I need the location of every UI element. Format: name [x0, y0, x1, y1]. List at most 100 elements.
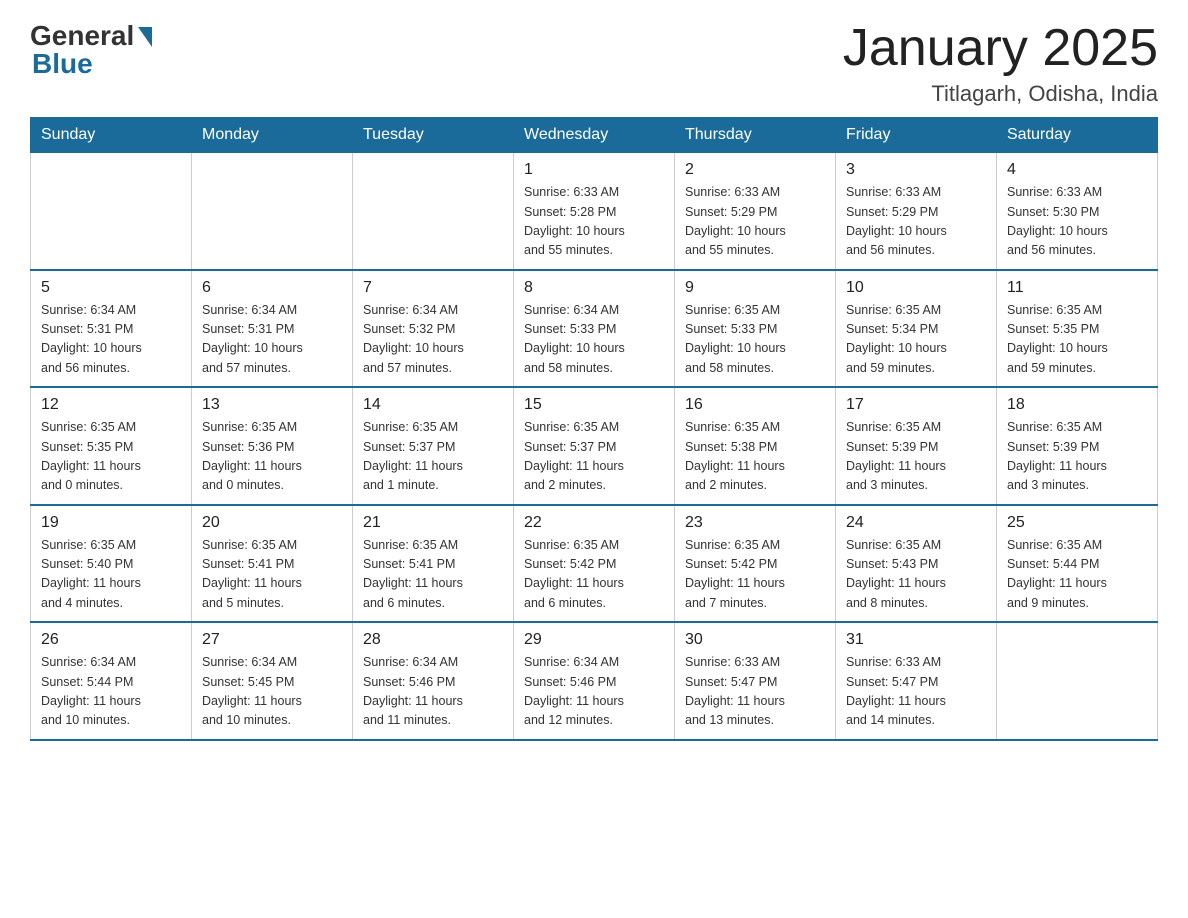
- day-cell: 26 Sunrise: 6:34 AMSunset: 5:44 PMDayligh…: [31, 622, 192, 740]
- day-info: Sunrise: 6:35 AMSunset: 5:43 PMDaylight:…: [846, 536, 986, 614]
- day-number: 28: [363, 631, 503, 649]
- logo: General Blue: [30, 20, 152, 80]
- day-info: Sunrise: 6:35 AMSunset: 5:41 PMDaylight:…: [363, 536, 503, 614]
- logo-blue-text: Blue: [32, 48, 93, 80]
- day-info: Sunrise: 6:34 AMSunset: 5:31 PMDaylight:…: [202, 301, 342, 379]
- day-number: 23: [685, 514, 825, 532]
- column-header-thursday: Thursday: [675, 118, 836, 153]
- day-number: 30: [685, 631, 825, 649]
- day-info: Sunrise: 6:34 AMSunset: 5:46 PMDaylight:…: [524, 653, 664, 731]
- day-cell: 10 Sunrise: 6:35 AMSunset: 5:34 PMDayligh…: [836, 270, 997, 388]
- day-cell: 4 Sunrise: 6:33 AMSunset: 5:30 PMDaylight…: [997, 153, 1158, 270]
- calendar-title: January 2025: [843, 20, 1158, 77]
- day-info: Sunrise: 6:34 AMSunset: 5:45 PMDaylight:…: [202, 653, 342, 731]
- day-number: 10: [846, 279, 986, 297]
- day-info: Sunrise: 6:35 AMSunset: 5:33 PMDaylight:…: [685, 301, 825, 379]
- day-info: Sunrise: 6:35 AMSunset: 5:41 PMDaylight:…: [202, 536, 342, 614]
- day-cell: 12Sunrise: 6:35 AMSunset: 5:35 PMDayligh…: [31, 387, 192, 505]
- column-header-friday: Friday: [836, 118, 997, 153]
- day-cell: 15 Sunrise: 6:35 AMSunset: 5:37 PMDayligh…: [514, 387, 675, 505]
- day-number: 2: [685, 161, 825, 179]
- day-cell: [353, 153, 514, 270]
- day-info: Sunrise: 6:34 AMSunset: 5:46 PMDaylight:…: [363, 653, 503, 731]
- day-cell: 22 Sunrise: 6:35 AMSunset: 5:42 PMDayligh…: [514, 505, 675, 623]
- logo-triangle-icon: [138, 27, 152, 47]
- title-block: January 2025 Titlagarh, Odisha, India: [843, 20, 1158, 107]
- day-info: Sunrise: 6:33 AMSunset: 5:29 PMDaylight:…: [685, 183, 825, 261]
- day-number: 14: [363, 396, 503, 414]
- day-info: Sunrise: 6:34 AMSunset: 5:31 PMDaylight:…: [41, 301, 181, 379]
- day-cell: 14 Sunrise: 6:35 AMSunset: 5:37 PMDayligh…: [353, 387, 514, 505]
- day-cell: [192, 153, 353, 270]
- day-cell: 6Sunrise: 6:34 AMSunset: 5:31 PMDaylight…: [192, 270, 353, 388]
- day-cell: [31, 153, 192, 270]
- week-row-5: 26 Sunrise: 6:34 AMSunset: 5:44 PMDayligh…: [31, 622, 1158, 740]
- day-number: 9: [685, 279, 825, 297]
- day-cell: 20 Sunrise: 6:35 AMSunset: 5:41 PMDayligh…: [192, 505, 353, 623]
- week-row-1: 1 Sunrise: 6:33 AMSunset: 5:28 PMDaylight…: [31, 153, 1158, 270]
- day-cell: 1 Sunrise: 6:33 AMSunset: 5:28 PMDaylight…: [514, 153, 675, 270]
- day-info: Sunrise: 6:35 AMSunset: 5:37 PMDaylight:…: [363, 418, 503, 496]
- day-number: 1: [524, 161, 664, 179]
- day-number: 19: [41, 514, 181, 532]
- day-cell: 18 Sunrise: 6:35 AMSunset: 5:39 PMDayligh…: [997, 387, 1158, 505]
- week-row-3: 12Sunrise: 6:35 AMSunset: 5:35 PMDayligh…: [31, 387, 1158, 505]
- day-cell: 23Sunrise: 6:35 AMSunset: 5:42 PMDayligh…: [675, 505, 836, 623]
- calendar-body: 1 Sunrise: 6:33 AMSunset: 5:28 PMDaylight…: [31, 153, 1158, 740]
- day-number: 8: [524, 279, 664, 297]
- day-number: 17: [846, 396, 986, 414]
- day-info: Sunrise: 6:35 AMSunset: 5:44 PMDaylight:…: [1007, 536, 1147, 614]
- day-cell: 8 Sunrise: 6:34 AMSunset: 5:33 PMDaylight…: [514, 270, 675, 388]
- day-number: 26: [41, 631, 181, 649]
- day-cell: 11 Sunrise: 6:35 AMSunset: 5:35 PMDayligh…: [997, 270, 1158, 388]
- day-number: 18: [1007, 396, 1147, 414]
- day-cell: 5 Sunrise: 6:34 AMSunset: 5:31 PMDaylight…: [31, 270, 192, 388]
- column-header-saturday: Saturday: [997, 118, 1158, 153]
- day-info: Sunrise: 6:33 AMSunset: 5:30 PMDaylight:…: [1007, 183, 1147, 261]
- day-info: Sunrise: 6:35 AMSunset: 5:34 PMDaylight:…: [846, 301, 986, 379]
- day-cell: 19 Sunrise: 6:35 AMSunset: 5:40 PMDayligh…: [31, 505, 192, 623]
- day-number: 25: [1007, 514, 1147, 532]
- day-info: Sunrise: 6:33 AMSunset: 5:29 PMDaylight:…: [846, 183, 986, 261]
- day-number: 31: [846, 631, 986, 649]
- page-header: General Blue January 2025 Titlagarh, Odi…: [30, 20, 1158, 107]
- column-header-wednesday: Wednesday: [514, 118, 675, 153]
- week-row-2: 5 Sunrise: 6:34 AMSunset: 5:31 PMDaylight…: [31, 270, 1158, 388]
- day-cell: 9 Sunrise: 6:35 AMSunset: 5:33 PMDaylight…: [675, 270, 836, 388]
- day-info: Sunrise: 6:34 AMSunset: 5:32 PMDaylight:…: [363, 301, 503, 379]
- column-header-tuesday: Tuesday: [353, 118, 514, 153]
- day-info: Sunrise: 6:35 AMSunset: 5:40 PMDaylight:…: [41, 536, 181, 614]
- day-number: 11: [1007, 279, 1147, 297]
- day-cell: 24 Sunrise: 6:35 AMSunset: 5:43 PMDayligh…: [836, 505, 997, 623]
- calendar-table: SundayMondayTuesdayWednesdayThursdayFrid…: [30, 117, 1158, 741]
- day-cell: 16Sunrise: 6:35 AMSunset: 5:38 PMDayligh…: [675, 387, 836, 505]
- column-header-monday: Monday: [192, 118, 353, 153]
- day-number: 13: [202, 396, 342, 414]
- day-info: Sunrise: 6:33 AMSunset: 5:28 PMDaylight:…: [524, 183, 664, 261]
- day-cell: 31 Sunrise: 6:33 AMSunset: 5:47 PMDayligh…: [836, 622, 997, 740]
- calendar-subtitle: Titlagarh, Odisha, India: [843, 81, 1158, 107]
- day-info: Sunrise: 6:35 AMSunset: 5:37 PMDaylight:…: [524, 418, 664, 496]
- day-number: 22: [524, 514, 664, 532]
- day-number: 21: [363, 514, 503, 532]
- day-number: 24: [846, 514, 986, 532]
- day-info: Sunrise: 6:34 AMSunset: 5:44 PMDaylight:…: [41, 653, 181, 731]
- day-number: 4: [1007, 161, 1147, 179]
- day-cell: [997, 622, 1158, 740]
- day-number: 15: [524, 396, 664, 414]
- day-cell: 13Sunrise: 6:35 AMSunset: 5:36 PMDayligh…: [192, 387, 353, 505]
- day-info: Sunrise: 6:35 AMSunset: 5:38 PMDaylight:…: [685, 418, 825, 496]
- day-cell: 7Sunrise: 6:34 AMSunset: 5:32 PMDaylight…: [353, 270, 514, 388]
- day-info: Sunrise: 6:35 AMSunset: 5:39 PMDaylight:…: [1007, 418, 1147, 496]
- day-number: 20: [202, 514, 342, 532]
- day-cell: 3Sunrise: 6:33 AMSunset: 5:29 PMDaylight…: [836, 153, 997, 270]
- day-info: Sunrise: 6:33 AMSunset: 5:47 PMDaylight:…: [846, 653, 986, 731]
- day-info: Sunrise: 6:35 AMSunset: 5:42 PMDaylight:…: [524, 536, 664, 614]
- day-cell: 2 Sunrise: 6:33 AMSunset: 5:29 PMDaylight…: [675, 153, 836, 270]
- day-info: Sunrise: 6:35 AMSunset: 5:35 PMDaylight:…: [1007, 301, 1147, 379]
- day-cell: 30Sunrise: 6:33 AMSunset: 5:47 PMDayligh…: [675, 622, 836, 740]
- day-number: 5: [41, 279, 181, 297]
- column-header-sunday: Sunday: [31, 118, 192, 153]
- day-info: Sunrise: 6:34 AMSunset: 5:33 PMDaylight:…: [524, 301, 664, 379]
- day-number: 27: [202, 631, 342, 649]
